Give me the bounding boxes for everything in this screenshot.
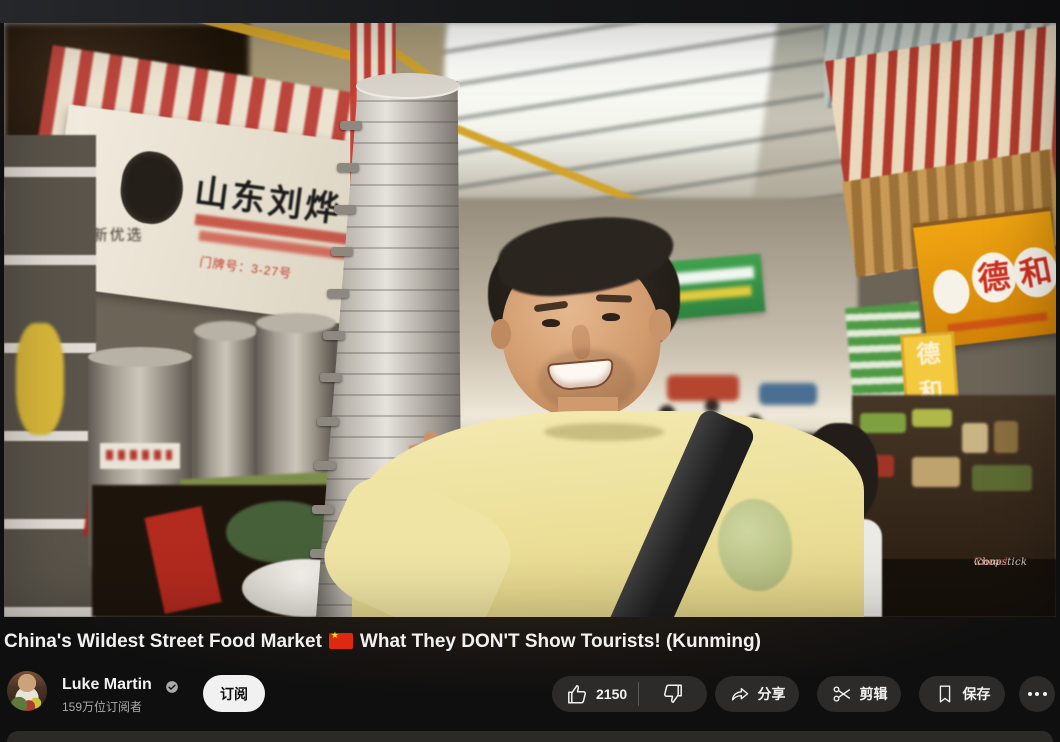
like-dislike-pill: 2150 [552, 676, 707, 712]
more-dot [1043, 692, 1047, 696]
sign-character: 德 [969, 250, 1019, 305]
page-background-top [0, 0, 1060, 23]
host-ear [491, 319, 511, 349]
channel-avatar[interactable] [7, 671, 47, 711]
subscribe-button[interactable]: 订阅 [203, 675, 265, 712]
right-stall-sign: 德 和 [913, 207, 1056, 349]
description-box[interactable] [7, 731, 1053, 742]
more-actions-button[interactable] [1019, 676, 1055, 712]
video-player[interactable]: 山东刘烨 门牌号：3-27号 新优选 [4, 23, 1056, 617]
bookmark-icon [934, 683, 956, 705]
durian-shirt-graphic [718, 499, 792, 591]
sign-subtext-blur [947, 312, 1047, 332]
shirt-collar-shadow [544, 423, 664, 441]
share-icon [729, 683, 751, 705]
verified-badge-icon [165, 680, 179, 694]
pot-label [100, 443, 180, 469]
clip-label: 剪辑 [860, 684, 888, 704]
stall-address-text: 门牌号：3-27号 [199, 253, 293, 282]
scissors-icon [831, 683, 853, 705]
china-flag-icon: ★ [329, 633, 353, 649]
video-title-part1: China's Wildest Street Food Market [4, 631, 322, 652]
channel-name[interactable]: Luke Martin [62, 676, 152, 694]
host-eye [602, 313, 620, 321]
yellow-bag [16, 323, 64, 435]
more-dot [1028, 692, 1032, 696]
stall-calligraphy-text: 新优选 [93, 224, 144, 245]
share-button[interactable]: 分享 [715, 676, 799, 712]
steamer-rim [356, 73, 460, 99]
like-count: 2150 [596, 686, 627, 702]
thumbs-up-icon [565, 682, 589, 706]
flag-star: ★ [331, 630, 339, 641]
sign-character: 和 [1009, 244, 1056, 301]
sign-character: 德 [916, 340, 942, 369]
video-title-part2: What They DON'T Show Tourists! (Kunming) [360, 631, 761, 652]
thumbs-down-icon [661, 682, 685, 706]
steel-pot [256, 321, 336, 477]
watch-page: 山东刘烨 门牌号：3-27号 新优选 [0, 0, 1060, 742]
more-dot [1035, 692, 1039, 696]
like-button[interactable]: 2150 [552, 676, 638, 712]
stall-logo [117, 148, 188, 227]
sign-logo-circle [931, 268, 972, 316]
clip-button[interactable]: 剪辑 [817, 676, 901, 712]
watermark-text: .com [974, 557, 999, 568]
save-button[interactable]: 保存 [919, 676, 1005, 712]
host-ear [649, 309, 671, 341]
dislike-button[interactable] [639, 676, 707, 712]
video-title: China's Wildest Street Food Market ★ What … [4, 631, 1004, 653]
host-eye [542, 319, 560, 327]
host-eyebrow [596, 294, 632, 302]
subscriber-count: 159万位订阅者 [62, 698, 142, 715]
share-label: 分享 [758, 684, 786, 704]
save-label: 保存 [963, 684, 991, 704]
